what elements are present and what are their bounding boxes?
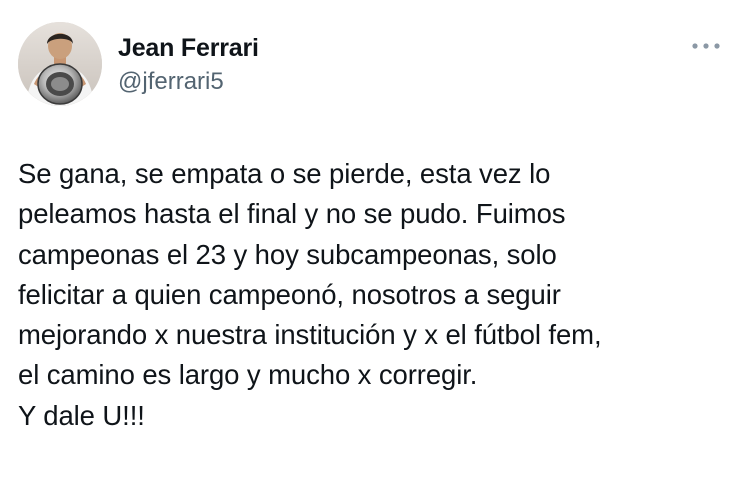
- author-block: Jean Ferrari @jferrari5: [118, 32, 259, 98]
- profile-photo-image: [18, 22, 102, 106]
- tweet-text: Se gana, se empata o se pierde, esta vez…: [18, 158, 602, 431]
- more-dots-icon: [692, 43, 720, 49]
- avatar[interactable]: [18, 22, 102, 106]
- author-display-name[interactable]: Jean Ferrari: [118, 32, 259, 64]
- more-options-button[interactable]: [686, 34, 726, 58]
- tweet-card: Jean Ferrari @jferrari5 Se gana, se empa…: [0, 0, 739, 495]
- author-handle[interactable]: @jferrari5: [118, 66, 259, 98]
